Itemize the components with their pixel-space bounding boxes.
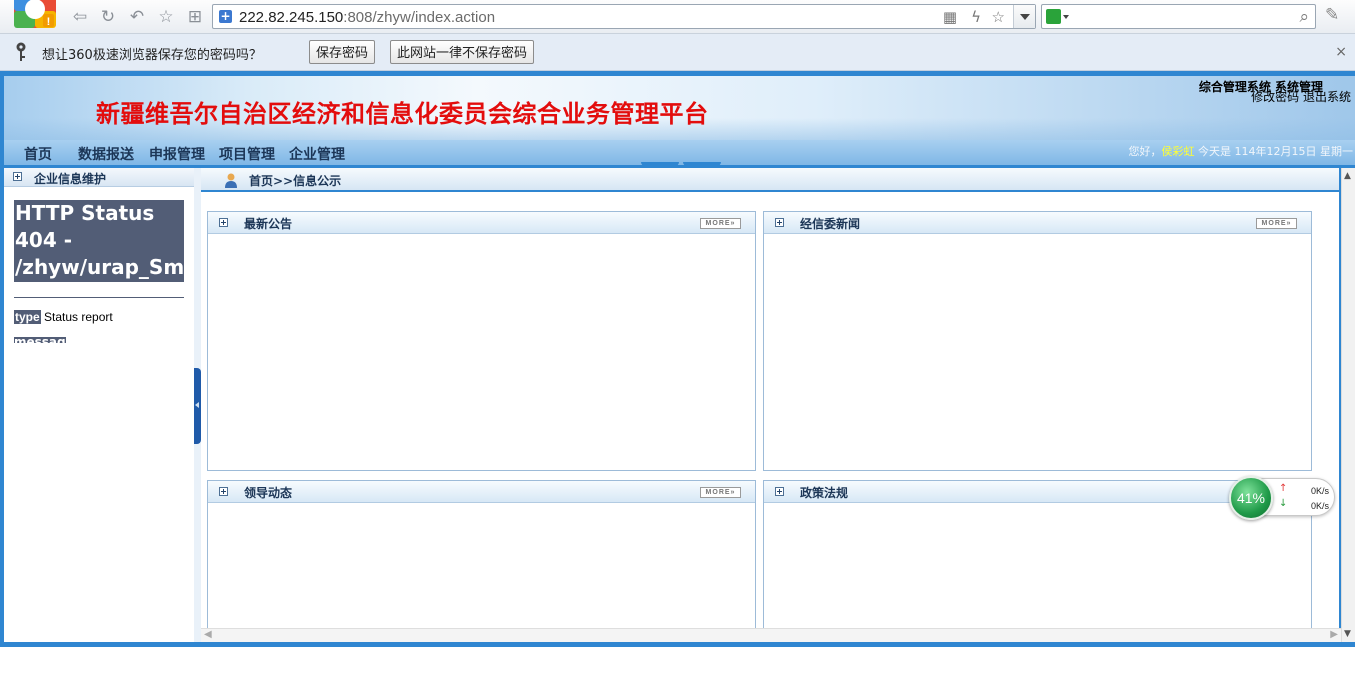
- menu-item-project[interactable]: 项目管理: [219, 144, 275, 164]
- main-menu: 首页 数据报送 申报管理 项目管理 企业管理 您好，侯彩虹 今天是 114年12…: [4, 140, 1355, 166]
- user-name[interactable]: 侯彩虹: [1162, 145, 1195, 158]
- search-icon[interactable]: ⌕: [1299, 7, 1309, 27]
- menu-divider: [683, 162, 721, 166]
- menu-item-data-report[interactable]: 数据报送: [78, 144, 134, 164]
- network-speed-widget[interactable]: ↑ ↓ 0K/s 0K/s 41%: [1229, 476, 1335, 520]
- search-engine-icon[interactable]: [1046, 9, 1061, 24]
- search-box[interactable]: ⌕: [1041, 4, 1316, 29]
- scroll-right-icon[interactable]: ▶: [1330, 629, 1338, 640]
- browser-logo-icon[interactable]: !: [12, 0, 58, 30]
- expand-plus-icon[interactable]: [219, 487, 228, 496]
- left-sidebar: 企业信息维护 HTTP Status 404 - /zhyw/urap_Sm: [4, 168, 194, 642]
- panel-header: 领导动态 MORE»: [208, 481, 755, 503]
- error-message-label: message: [14, 337, 66, 343]
- download-arrow-icon: ↓: [1279, 498, 1288, 509]
- panel-title: 领导动态: [244, 486, 293, 500]
- more-button[interactable]: MORE»: [700, 487, 741, 498]
- error-heading: HTTP Status 404 - /zhyw/urap_Sm: [14, 200, 184, 282]
- panel-leader-news: 领导动态 MORE»: [207, 480, 756, 640]
- scroll-down-icon[interactable]: ▼: [1344, 629, 1351, 639]
- more-button[interactable]: MORE»: [700, 218, 741, 229]
- favorite-star-icon[interactable]: ☆: [156, 7, 176, 27]
- site-shield-icon: +: [219, 9, 232, 23]
- memory-percent-ball[interactable]: 41%: [1229, 476, 1273, 520]
- refresh-icon[interactable]: ↻: [98, 7, 118, 27]
- menu-item-enterprise[interactable]: 企业管理: [289, 144, 345, 164]
- top-links: 综合管理系统 系统管理 修改密码 退出系统: [1199, 78, 1351, 105]
- vertical-scrollbar[interactable]: ▲ ▼: [1341, 168, 1355, 642]
- user-greeting: 您好，侯彩虹 今天是 114年12月15日 星期一: [1128, 145, 1353, 158]
- expand-plus-icon[interactable]: [775, 487, 784, 496]
- expand-plus-icon[interactable]: [13, 172, 22, 181]
- password-infobar: 想让360极速浏览器保存您的密码吗？ 保存密码 此网站一律不保存密码 ×: [0, 34, 1355, 71]
- user-icon: [225, 173, 237, 188]
- upload-arrow-icon: ↑: [1279, 483, 1288, 494]
- close-icon[interactable]: ×: [1335, 44, 1347, 60]
- download-speed: 0K/s: [1310, 501, 1329, 511]
- apps-grid-icon[interactable]: ⊞: [185, 7, 205, 27]
- never-save-password-button[interactable]: 此网站一律不保存密码: [390, 40, 535, 64]
- menu-item-home[interactable]: 首页: [24, 144, 52, 164]
- horizontal-scrollbar[interactable]: ◀ ▶: [201, 628, 1341, 642]
- bookmark-star-icon[interactable]: ☆: [992, 8, 1005, 26]
- sidebar-item-enterprise-info[interactable]: 企业信息维护: [4, 168, 194, 187]
- menu-divider: [641, 162, 679, 166]
- panel-latest-notice: 最新公告 MORE»: [207, 211, 756, 471]
- expand-plus-icon[interactable]: [219, 218, 228, 227]
- error-divider: [14, 297, 184, 298]
- infobar-message: 想让360极速浏览器保存您的密码吗？: [42, 48, 262, 63]
- upload-speed: 0K/s: [1310, 486, 1329, 496]
- panel-commission-news: 经信委新闻 MORE»: [763, 211, 1312, 471]
- key-icon: [16, 42, 26, 61]
- web-page: 新疆维吾尔自治区经济和信息化委员会综合业务管理平台 综合管理系统 系统管理 修改…: [0, 71, 1355, 647]
- address-bar[interactable]: + 222.82.245.150:808/zhyw/index.action ▦…: [212, 4, 1036, 29]
- site-banner: 新疆维吾尔自治区经济和信息化委员会综合业务管理平台 综合管理系统 系统管理 修改…: [4, 76, 1355, 140]
- more-button[interactable]: MORE»: [1256, 218, 1297, 229]
- svg-text:!: !: [47, 16, 51, 28]
- scroll-up-icon[interactable]: ▲: [1344, 171, 1351, 181]
- site-title: 新疆维吾尔自治区经济和信息化委员会综合业务管理平台: [96, 99, 709, 128]
- qrcode-icon[interactable]: ▦: [943, 8, 957, 26]
- expand-plus-icon[interactable]: [775, 218, 784, 227]
- engine-chevron-down-icon[interactable]: [1063, 15, 1069, 19]
- breadcrumb-text[interactable]: 首页>>信息公示: [249, 172, 341, 189]
- save-password-button[interactable]: 保存密码: [309, 40, 376, 64]
- back-icon[interactable]: ⇦: [70, 7, 90, 27]
- speed-mode-icon[interactable]: ϟ: [971, 8, 981, 26]
- address-url[interactable]: 222.82.245.150:808/zhyw/index.action: [239, 9, 495, 26]
- collapse-sidebar-icon[interactable]: [194, 368, 201, 444]
- panel-title: 政策法规: [800, 486, 849, 500]
- sidebar-splitter[interactable]: [194, 168, 201, 642]
- tools-wrench-icon[interactable]: ✎: [1325, 5, 1339, 25]
- browser-toolbar: ! ⇦ ↻ ↶ ☆ ⊞ + 222.82.245.150:808/zhyw/in…: [0, 0, 1355, 34]
- menu-item-application[interactable]: 申报管理: [149, 144, 205, 164]
- address-dropdown-icon[interactable]: [1013, 5, 1035, 28]
- sidebar-item-label: 企业信息维护: [34, 172, 107, 186]
- error-type: type Status report: [14, 310, 113, 324]
- panel-title: 经信委新闻: [800, 217, 861, 231]
- panel-header: 经信委新闻 MORE»: [764, 212, 1311, 234]
- panel-header: 最新公告 MORE»: [208, 212, 755, 234]
- scroll-left-icon[interactable]: ◀: [204, 629, 212, 640]
- panel-title: 最新公告: [244, 217, 293, 231]
- breadcrumb: 首页>>信息公示: [201, 168, 1339, 192]
- undo-close-icon[interactable]: ↶: [127, 7, 147, 27]
- main-content: 首页>>信息公示 最新公告 MORE» 经信委新闻 MORE» 领导动态 MOR…: [201, 168, 1339, 642]
